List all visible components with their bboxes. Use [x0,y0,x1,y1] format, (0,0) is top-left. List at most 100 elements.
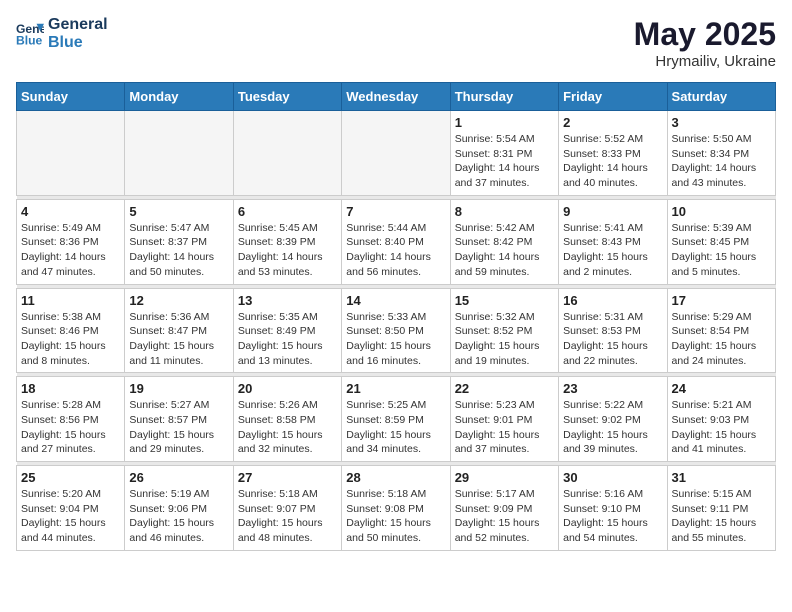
logo-general: General [48,16,108,34]
calendar-day: 22 Sunrise: 5:23 AM Sunset: 9:01 PM Dayli… [450,377,558,462]
calendar-day: 20 Sunrise: 5:26 AM Sunset: 8:58 PM Dayli… [233,377,341,462]
day-info: Sunrise: 5:36 AM Sunset: 8:47 PM Dayligh… [129,310,228,369]
day-number: 30 [563,470,662,485]
day-number: 27 [238,470,337,485]
calendar-day: 12 Sunrise: 5:36 AM Sunset: 8:47 PM Dayli… [125,288,233,373]
day-info: Sunrise: 5:17 AM Sunset: 9:09 PM Dayligh… [455,487,554,546]
calendar-week-row: 18 Sunrise: 5:28 AM Sunset: 8:56 PM Dayli… [17,377,776,462]
day-number: 19 [129,381,228,396]
day-number: 22 [455,381,554,396]
day-info: Sunrise: 5:52 AM Sunset: 8:33 PM Dayligh… [563,132,662,191]
day-number: 28 [346,470,445,485]
day-info: Sunrise: 5:15 AM Sunset: 9:11 PM Dayligh… [672,487,771,546]
day-number: 3 [672,115,771,130]
calendar-week-row: 11Sunrise: 5:38 AM Sunset: 8:46 PM Dayli… [17,288,776,373]
column-header-sunday: Sunday [17,83,125,111]
day-info: Sunrise: 5:20 AM Sunset: 9:04 PM Dayligh… [21,487,120,546]
day-info: Sunrise: 5:28 AM Sunset: 8:56 PM Dayligh… [21,398,120,457]
day-number: 12 [129,293,228,308]
location-subtitle: Hrymailiv, Ukraine [634,53,776,70]
day-number: 16 [563,293,662,308]
day-info: Sunrise: 5:18 AM Sunset: 9:07 PM Dayligh… [238,487,337,546]
day-number: 2 [563,115,662,130]
day-info: Sunrise: 5:21 AM Sunset: 9:03 PM Dayligh… [672,398,771,457]
day-info: Sunrise: 5:27 AM Sunset: 8:57 PM Dayligh… [129,398,228,457]
day-number: 18 [21,381,120,396]
day-number: 25 [21,470,120,485]
calendar-day: 4Sunrise: 5:49 AM Sunset: 8:36 PM Daylig… [17,199,125,284]
calendar-week-row: 1 Sunrise: 5:54 AM Sunset: 8:31 PM Daylig… [17,111,776,196]
day-info: Sunrise: 5:45 AM Sunset: 8:39 PM Dayligh… [238,221,337,280]
day-number: 29 [455,470,554,485]
calendar-day [125,111,233,196]
page-header: General Blue General Blue May 2025 Hryma… [16,16,776,70]
calendar-day: 19 Sunrise: 5:27 AM Sunset: 8:57 PM Dayli… [125,377,233,462]
calendar-week-row: 4Sunrise: 5:49 AM Sunset: 8:36 PM Daylig… [17,199,776,284]
day-number: 6 [238,204,337,219]
calendar-day [233,111,341,196]
day-info: Sunrise: 5:31 AM Sunset: 8:53 PM Dayligh… [563,310,662,369]
calendar-day [17,111,125,196]
day-info: Sunrise: 5:32 AM Sunset: 8:52 PM Dayligh… [455,310,554,369]
calendar-day: 28 Sunrise: 5:18 AM Sunset: 9:08 PM Dayli… [342,466,450,551]
day-info: Sunrise: 5:33 AM Sunset: 8:50 PM Dayligh… [346,310,445,369]
calendar-day: 3 Sunrise: 5:50 AM Sunset: 8:34 PM Daylig… [667,111,775,196]
calendar-table: SundayMondayTuesdayWednesdayThursdayFrid… [16,82,776,551]
day-number: 17 [672,293,771,308]
day-number: 24 [672,381,771,396]
day-number: 31 [672,470,771,485]
day-info: Sunrise: 5:26 AM Sunset: 8:58 PM Dayligh… [238,398,337,457]
calendar-day: 17Sunrise: 5:29 AM Sunset: 8:54 PM Dayli… [667,288,775,373]
column-header-monday: Monday [125,83,233,111]
column-header-wednesday: Wednesday [342,83,450,111]
day-number: 20 [238,381,337,396]
calendar-day: 21Sunrise: 5:25 AM Sunset: 8:59 PM Dayli… [342,377,450,462]
calendar-day: 6 Sunrise: 5:45 AM Sunset: 8:39 PM Daylig… [233,199,341,284]
day-number: 11 [21,293,120,308]
day-info: Sunrise: 5:49 AM Sunset: 8:36 PM Dayligh… [21,221,120,280]
calendar-day [342,111,450,196]
day-number: 8 [455,204,554,219]
calendar-day: 16 Sunrise: 5:31 AM Sunset: 8:53 PM Dayli… [559,288,667,373]
month-year-title: May 2025 [634,16,776,53]
calendar-day: 25 Sunrise: 5:20 AM Sunset: 9:04 PM Dayli… [17,466,125,551]
day-number: 15 [455,293,554,308]
day-info: Sunrise: 5:54 AM Sunset: 8:31 PM Dayligh… [455,132,554,191]
day-info: Sunrise: 5:18 AM Sunset: 9:08 PM Dayligh… [346,487,445,546]
day-info: Sunrise: 5:42 AM Sunset: 8:42 PM Dayligh… [455,221,554,280]
day-number: 26 [129,470,228,485]
calendar-day: 18 Sunrise: 5:28 AM Sunset: 8:56 PM Dayli… [17,377,125,462]
day-number: 9 [563,204,662,219]
calendar-day: 7 Sunrise: 5:44 AM Sunset: 8:40 PM Daylig… [342,199,450,284]
day-info: Sunrise: 5:22 AM Sunset: 9:02 PM Dayligh… [563,398,662,457]
column-header-tuesday: Tuesday [233,83,341,111]
day-number: 5 [129,204,228,219]
calendar-day: 23 Sunrise: 5:22 AM Sunset: 9:02 PM Dayli… [559,377,667,462]
calendar-day: 10Sunrise: 5:39 AM Sunset: 8:45 PM Dayli… [667,199,775,284]
day-number: 21 [346,381,445,396]
day-info: Sunrise: 5:50 AM Sunset: 8:34 PM Dayligh… [672,132,771,191]
calendar-day: 5Sunrise: 5:47 AM Sunset: 8:37 PM Daylig… [125,199,233,284]
day-info: Sunrise: 5:44 AM Sunset: 8:40 PM Dayligh… [346,221,445,280]
calendar-day: 30 Sunrise: 5:16 AM Sunset: 9:10 PM Dayli… [559,466,667,551]
day-number: 23 [563,381,662,396]
day-info: Sunrise: 5:16 AM Sunset: 9:10 PM Dayligh… [563,487,662,546]
day-number: 13 [238,293,337,308]
calendar-day: 24 Sunrise: 5:21 AM Sunset: 9:03 PM Dayli… [667,377,775,462]
calendar-week-row: 25 Sunrise: 5:20 AM Sunset: 9:04 PM Dayli… [17,466,776,551]
logo-icon: General Blue [16,20,44,48]
day-number: 1 [455,115,554,130]
logo: General Blue General Blue [16,16,108,51]
day-info: Sunrise: 5:35 AM Sunset: 8:49 PM Dayligh… [238,310,337,369]
day-info: Sunrise: 5:41 AM Sunset: 8:43 PM Dayligh… [563,221,662,280]
day-number: 7 [346,204,445,219]
column-header-thursday: Thursday [450,83,558,111]
calendar-day: 2 Sunrise: 5:52 AM Sunset: 8:33 PM Daylig… [559,111,667,196]
calendar-day: 9 Sunrise: 5:41 AM Sunset: 8:43 PM Daylig… [559,199,667,284]
calendar-day: 13 Sunrise: 5:35 AM Sunset: 8:49 PM Dayli… [233,288,341,373]
calendar-day: 27 Sunrise: 5:18 AM Sunset: 9:07 PM Dayli… [233,466,341,551]
calendar-day: 31 Sunrise: 5:15 AM Sunset: 9:11 PM Dayli… [667,466,775,551]
day-info: Sunrise: 5:23 AM Sunset: 9:01 PM Dayligh… [455,398,554,457]
day-info: Sunrise: 5:39 AM Sunset: 8:45 PM Dayligh… [672,221,771,280]
calendar-day: 29 Sunrise: 5:17 AM Sunset: 9:09 PM Dayli… [450,466,558,551]
